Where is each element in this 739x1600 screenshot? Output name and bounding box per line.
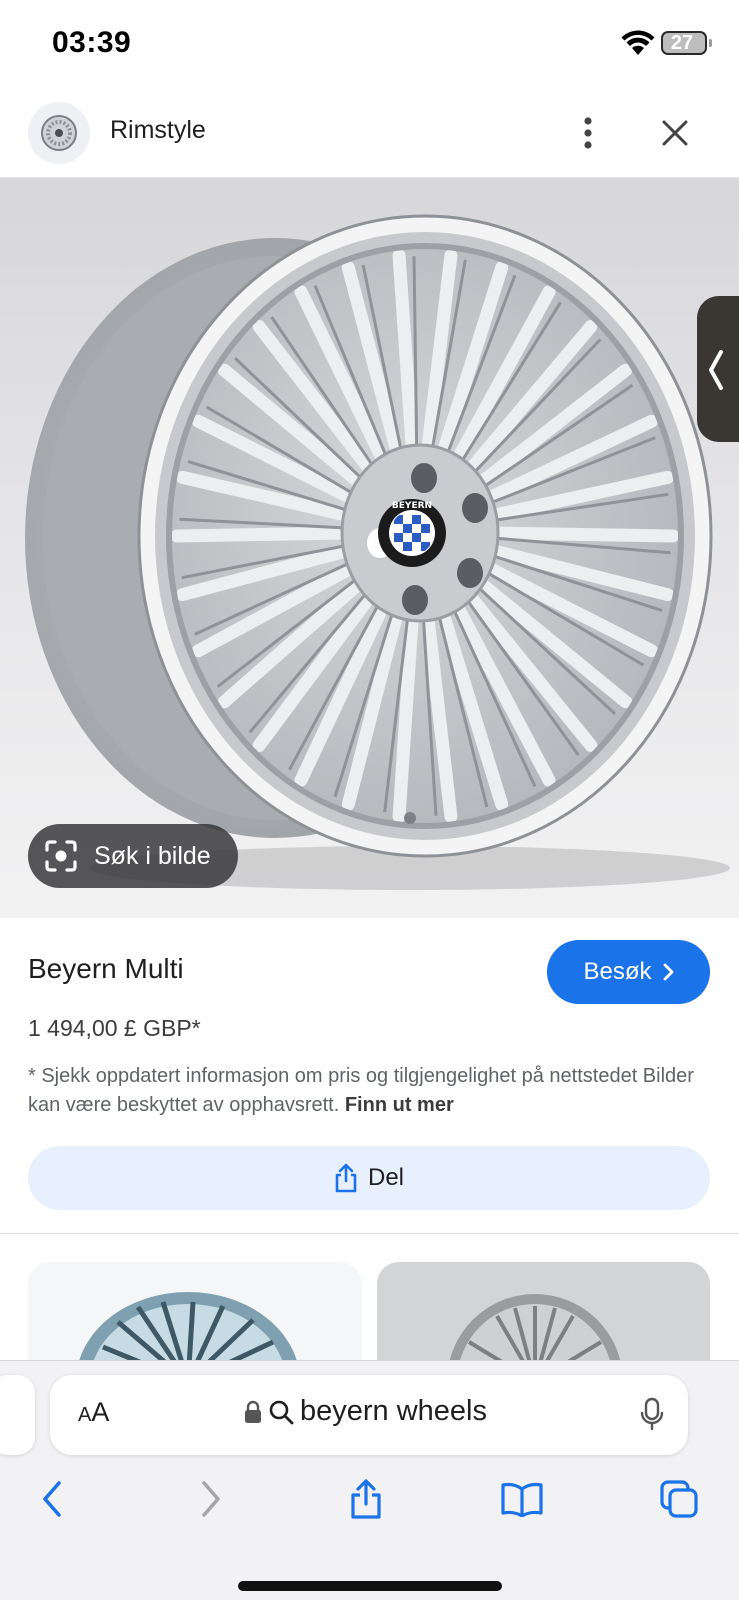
microphone-icon [640, 1397, 664, 1431]
battery-level: 27 [670, 32, 694, 54]
search-icon [269, 1400, 294, 1424]
logo-checker-cell [394, 533, 403, 542]
address-text: beyern wheels [300, 1395, 487, 1427]
wheel-image: BEYERN [25, 214, 730, 890]
logo-checker-cell [403, 542, 412, 551]
logo-checker-cell [421, 524, 430, 533]
logo-checker-cell [403, 515, 412, 524]
address-display[interactable]: beyern wheels [244, 1395, 487, 1428]
logo-checker-cell [412, 524, 421, 533]
share-button[interactable]: Del [28, 1146, 710, 1210]
share-icon [351, 1479, 381, 1519]
close-button[interactable] [652, 110, 698, 156]
back-arrow-icon [43, 1481, 61, 1517]
lens-camera-icon [45, 840, 77, 872]
more-vertical-icon [584, 117, 592, 149]
bookmarks-button[interactable] [494, 1471, 550, 1527]
source-name[interactable]: Rimstyle [110, 116, 206, 145]
wheel-spoke [485, 526, 680, 543]
visit-button[interactable]: Besøk [547, 940, 710, 1004]
bookmarks-icon [501, 1482, 543, 1517]
hub-logo-text: BEYERN [392, 501, 432, 511]
product-title: Beyern Multi [28, 953, 184, 984]
browser-toolbar: AA beyern wheels [0, 1360, 739, 1600]
previous-tab[interactable] [0, 1375, 35, 1455]
search-in-image-button[interactable]: Søk i bilde [28, 824, 238, 888]
share-page-button[interactable] [338, 1471, 394, 1527]
chevron-left-icon [709, 350, 723, 390]
forward-button[interactable] [183, 1471, 239, 1527]
share-icon [335, 1163, 357, 1193]
section-divider [0, 1233, 739, 1234]
more-options-button[interactable] [570, 108, 606, 158]
close-icon [662, 120, 688, 146]
status-bar: 03:39 27 [0, 0, 739, 90]
next-result-tab[interactable] [697, 296, 739, 442]
status-time: 03:39 [52, 26, 132, 59]
learn-more-link[interactable]: Finn ut mer [345, 1094, 454, 1116]
reader-options-button[interactable]: AA [78, 1397, 109, 1428]
lock-icon [245, 1400, 261, 1423]
share-label: Del [367, 1164, 404, 1191]
wifi-icon [621, 30, 655, 55]
back-button[interactable] [24, 1471, 80, 1527]
source-header: Rimstyle [0, 90, 739, 178]
logo-checker-cell [394, 524, 403, 533]
price-disclaimer: * Sjekk oppdatert informasjon om pris og… [28, 1062, 708, 1120]
tabs-button[interactable] [651, 1471, 707, 1527]
logo-checker-cell [403, 524, 412, 533]
logo-checker-cell [421, 533, 430, 542]
address-bar[interactable]: AA beyern wheels [50, 1375, 688, 1455]
battery-indicator: 27 [661, 31, 712, 55]
tabs-icon [660, 1480, 698, 1518]
logo-checker-cell [412, 533, 421, 542]
microphone-button[interactable] [640, 1397, 664, 1436]
forward-arrow-icon [202, 1481, 220, 1517]
logo-checker-cell [412, 542, 421, 551]
chevron-right-icon [663, 963, 673, 981]
wheel-spoke [170, 526, 355, 543]
search-in-image-label: Søk i bilde [94, 841, 211, 870]
logo-checker-cell [403, 533, 412, 542]
product-price: 1 494,00 £ GBP* [28, 1015, 201, 1041]
home-indicator [238, 1581, 502, 1591]
visit-label: Besøk [583, 958, 652, 985]
wheel-favicon-icon[interactable] [28, 102, 90, 164]
product-image[interactable]: BEYERN Søk i bilde [0, 178, 739, 918]
logo-checker-cell [412, 515, 421, 524]
